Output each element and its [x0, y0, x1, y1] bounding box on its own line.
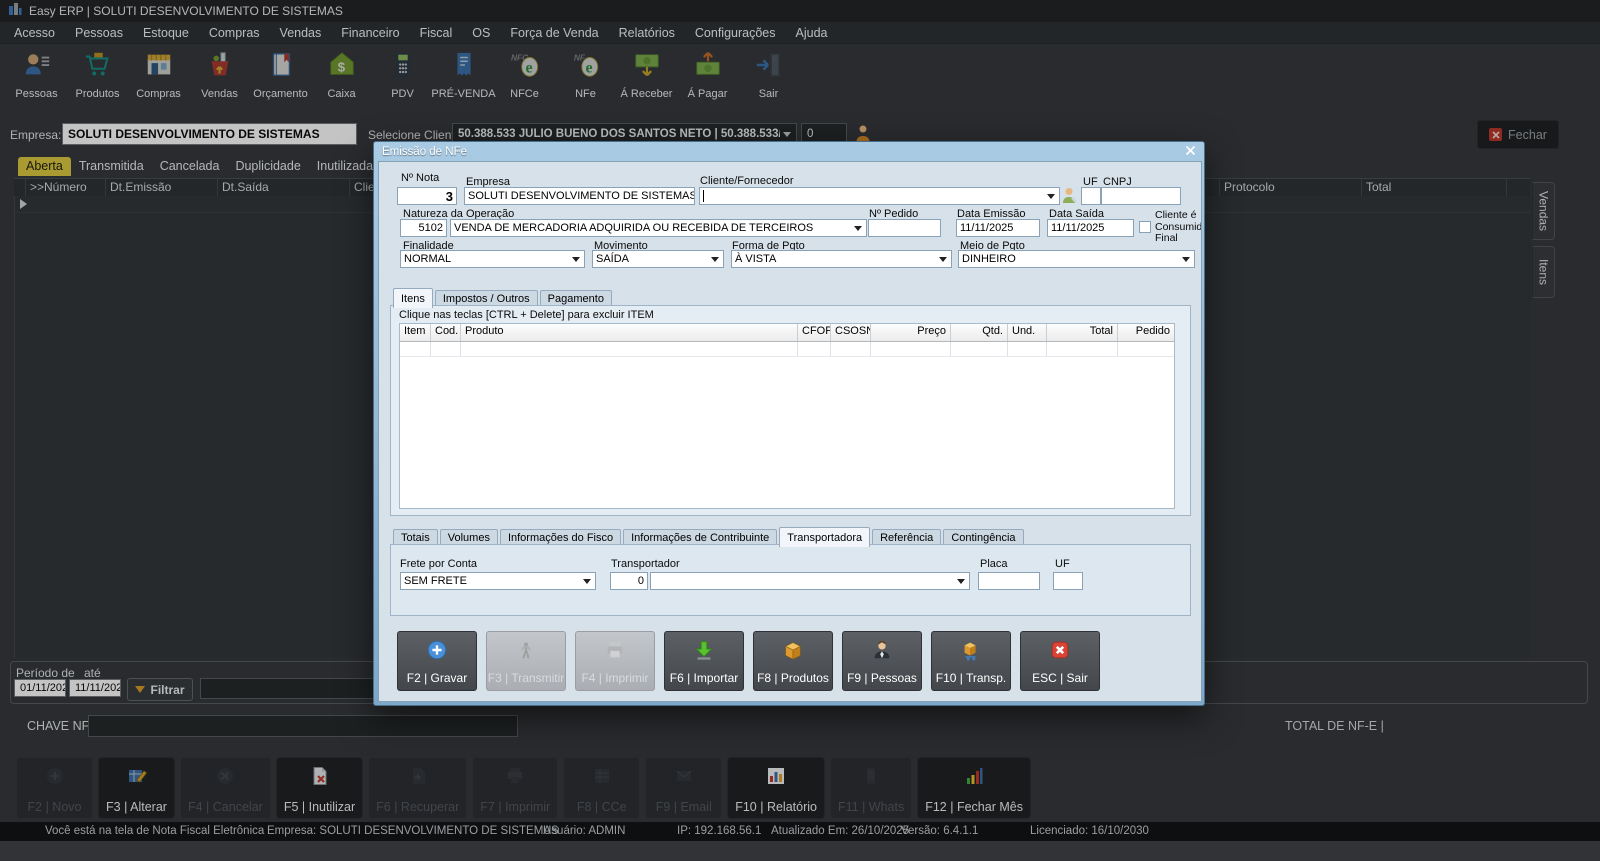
- button-label: F6 | Importar: [670, 671, 738, 685]
- button-label: F9 | Pessoas: [847, 671, 917, 685]
- dialog-close-icon[interactable]: [1185, 143, 1196, 161]
- chevron-down-icon: [957, 579, 965, 584]
- f3-transmitir-button: F3 | Transmitir: [486, 631, 566, 691]
- col-cod: Cod.: [431, 324, 461, 341]
- chevron-down-icon: [1047, 194, 1055, 199]
- printer-icon: [604, 639, 626, 666]
- button-label: F10 | Transp.: [936, 671, 1006, 685]
- transportador-code-field[interactable]: 0: [610, 572, 648, 590]
- items-table[interactable]: Item Cod. Produto CFOP CSOSN Preço Qtd. …: [399, 323, 1175, 509]
- forma-pgto-combo-value: À VISTA: [735, 253, 776, 265]
- product-box-icon: [782, 639, 804, 666]
- chevron-down-icon: [572, 257, 580, 262]
- transp-uf-field[interactable]: [1053, 572, 1083, 590]
- exit-x-icon: [1049, 639, 1071, 666]
- dlg-empresa-field[interactable]: SOLUTI DESENVOLVIMENTO DE SISTEMAS: [464, 187, 695, 205]
- pedido-field[interactable]: [868, 219, 941, 237]
- movimento-combo[interactable]: SAÍDA: [592, 250, 724, 268]
- f10-transp-button[interactable]: F10 | Transp.: [931, 631, 1011, 691]
- f2-gravar-button[interactable]: F2 | Gravar: [397, 631, 477, 691]
- cliente-fornecedor-combo[interactable]: [699, 187, 1060, 205]
- placa-field[interactable]: [978, 572, 1040, 590]
- col-total: Total: [1047, 324, 1118, 341]
- consumidor-final-checkbox[interactable]: [1139, 221, 1151, 233]
- nota-field[interactable]: 3: [397, 187, 457, 205]
- finalidade-combo[interactable]: NORMAL: [400, 250, 585, 268]
- movimento-combo-value: SAÍDA: [596, 253, 629, 265]
- data-emissao-field[interactable]: 11/11/2025: [956, 219, 1040, 237]
- transport-box-icon: [960, 639, 982, 666]
- col-pedido: Pedido: [1118, 324, 1174, 341]
- button-label: ESC | Sair: [1032, 671, 1088, 685]
- transp-uf-label: UF: [1055, 558, 1070, 570]
- frete-combo-value: SEM FRETE: [404, 575, 467, 587]
- transportador-label: Transportador: [611, 558, 680, 570]
- placa-label: Placa: [980, 558, 1008, 570]
- nota-label: Nº Nota: [401, 172, 439, 184]
- forma-pgto-combo[interactable]: À VISTA: [731, 250, 952, 268]
- col-qtd: Qtd.: [951, 324, 1008, 341]
- uf-field[interactable]: [1081, 187, 1101, 205]
- button-label: F8 | Produtos: [757, 671, 829, 685]
- chevron-down-icon: [854, 226, 862, 231]
- transportadora-panel: Frete por Conta SEM FRETE Transportador …: [390, 544, 1191, 616]
- col-cfop: CFOP: [798, 324, 831, 341]
- cliente-fornecedor-label: Cliente/Fornecedor: [700, 175, 794, 187]
- meio-pgto-combo[interactable]: DINHEIRO: [958, 250, 1195, 268]
- frete-por-conta-label: Frete por Conta: [400, 558, 477, 570]
- tab-transportadora[interactable]: Transportadora: [779, 527, 870, 547]
- person-suit-icon: [871, 639, 893, 666]
- import-arrow-icon: [693, 639, 715, 666]
- app-root: Easy ERP | SOLUTI DESENVOLVIMENTO DE SIS…: [0, 0, 1600, 861]
- button-label: F4 | Imprimir: [581, 671, 648, 685]
- data-saida-field[interactable]: 11/11/2025: [1047, 219, 1134, 237]
- chevron-down-icon: [1182, 257, 1190, 262]
- natureza-combo-value: VENDA DE MERCADORIA ADQUIRIDA OU RECEBID…: [454, 222, 813, 234]
- natureza-code-field[interactable]: 5102: [400, 219, 447, 237]
- esc-sair-button[interactable]: ESC | Sair: [1020, 631, 1100, 691]
- f4-imprimir-button: F4 | Imprimir: [575, 631, 655, 691]
- button-label: F2 | Gravar: [407, 671, 467, 685]
- col-und: Und.: [1008, 324, 1047, 341]
- chevron-down-icon: [711, 257, 719, 262]
- dialog-title: Emissão de NFe: [382, 146, 467, 158]
- button-label: F3 | Transmitir: [488, 671, 564, 685]
- dialog-buttons: F2 | Gravar F3 | Transmitir F4 | Imprimi…: [397, 631, 1100, 691]
- transportador-combo[interactable]: [650, 572, 970, 590]
- items-delete-hint: Clique nas teclas [CTRL + Delete] para e…: [399, 309, 654, 321]
- cnpj-field[interactable]: [1101, 187, 1181, 205]
- col-item: Item: [400, 324, 431, 341]
- natureza-combo[interactable]: VENDA DE MERCADORIA ADQUIRIDA OU RECEBID…: [450, 219, 867, 237]
- col-produto: Produto: [461, 324, 798, 341]
- tab-itens[interactable]: Itens: [393, 288, 433, 308]
- frete-por-conta-combo[interactable]: SEM FRETE: [400, 572, 596, 590]
- text-caret: [703, 190, 704, 202]
- save-plus-icon: [426, 639, 448, 666]
- items-table-header: Item Cod. Produto CFOP CSOSN Preço Qtd. …: [400, 324, 1174, 342]
- items-empty-row: [400, 342, 1174, 357]
- col-csosn: CSOSN: [831, 324, 871, 341]
- meio-pgto-combo-value: DINHEIRO: [962, 253, 1016, 265]
- dialog-titlebar[interactable]: Emissão de NFe: [378, 142, 1200, 161]
- finalidade-combo-value: NORMAL: [404, 253, 451, 265]
- f8-produtos-button[interactable]: F8 | Produtos: [753, 631, 833, 691]
- f6-importar-button[interactable]: F6 | Importar: [664, 631, 744, 691]
- consumidor-final-label: Cliente é Consumidor Final: [1155, 210, 1199, 245]
- chevron-down-icon: [583, 579, 591, 584]
- f9-pessoas-button[interactable]: F9 | Pessoas: [842, 631, 922, 691]
- chevron-down-icon: [939, 257, 947, 262]
- emissao-nfe-dialog: Emissão de NFe Nº Nota 3 Empresa SOLUTI …: [373, 141, 1205, 706]
- col-preco: Preço: [871, 324, 951, 341]
- transmit-antenna-icon: [515, 639, 537, 666]
- dialog-body: Nº Nota 3 Empresa SOLUTI DESENVOLVIMENTO…: [378, 161, 1202, 702]
